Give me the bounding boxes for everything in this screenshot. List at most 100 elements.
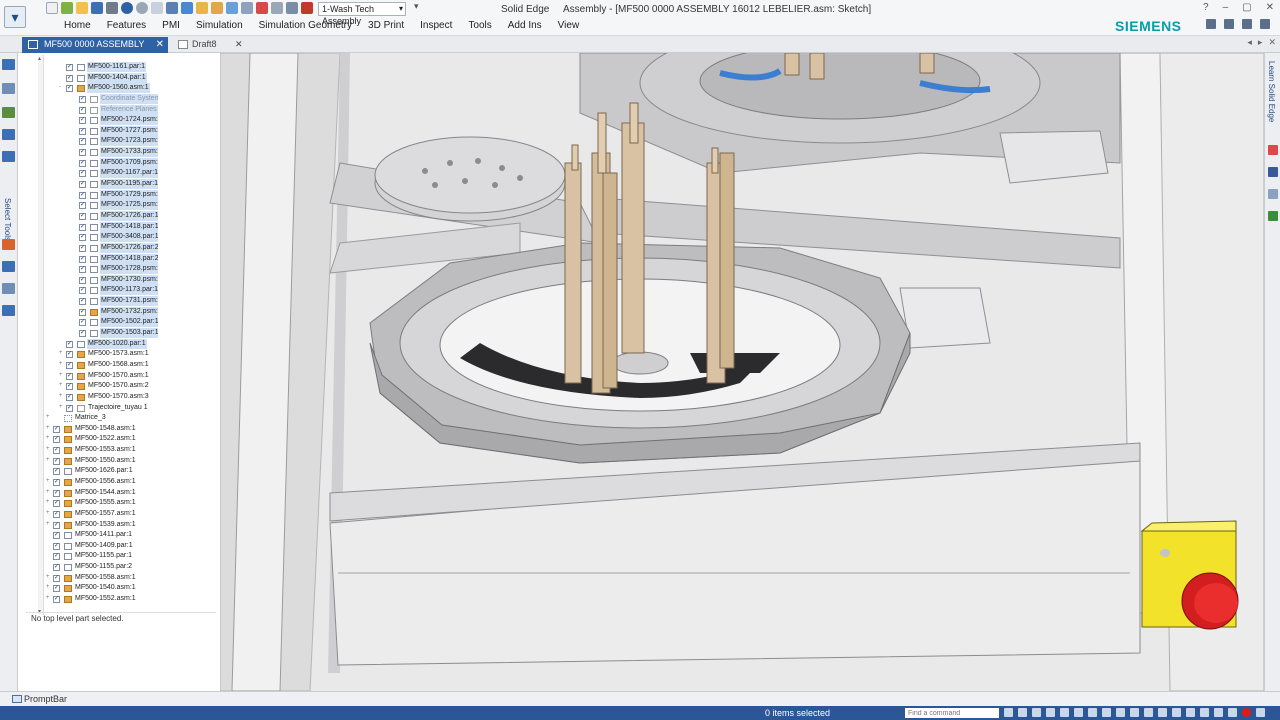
tab-tools[interactable]: Tools: [460, 20, 499, 34]
document-tab-draft[interactable]: Draft8 ✕: [178, 37, 243, 53]
visibility-checkbox[interactable]: ✓: [79, 212, 86, 220]
display-icon[interactable]: [1172, 708, 1181, 717]
visibility-checkbox[interactable]: ✓: [66, 340, 73, 348]
expand-icon[interactable]: +: [46, 435, 52, 442]
tree-row[interactable]: ✓ MF500-1418.par:1: [46, 221, 158, 233]
visibility-checkbox[interactable]: ✓: [79, 255, 86, 263]
close-tab-icon[interactable]: ✕: [156, 37, 164, 52]
visibility-checkbox[interactable]: ✓: [53, 585, 60, 593]
tree-row[interactable]: ✓ Reference Planes: [46, 104, 158, 116]
visibility-checkbox[interactable]: ✓: [53, 468, 60, 476]
visibility-checkbox[interactable]: ✓: [79, 191, 86, 199]
cube-icon[interactable]: [181, 2, 193, 14]
expand-icon[interactable]: +: [46, 414, 52, 421]
view-orientation-icon[interactable]: [1088, 708, 1097, 717]
visibility-checkbox[interactable]: ✓: [66, 74, 73, 82]
visibility-checkbox[interactable]: ✓: [66, 393, 73, 401]
part-icon[interactable]: [211, 2, 223, 14]
document-tab-assembly[interactable]: MF500 0000 ASSEMBLY 160... ✕: [22, 37, 168, 64]
layout-icon[interactable]: [1224, 19, 1234, 29]
visibility-checkbox[interactable]: ✓: [79, 276, 86, 284]
tree-row[interactable]: ✓ MF500-1726.par:2: [46, 242, 158, 254]
library-icon[interactable]: [2, 107, 15, 118]
tree-row[interactable]: - ✓ MF500-1560.asm:1: [46, 83, 158, 94]
tree-row[interactable]: + ✓ MF500-1555.asm:1: [46, 498, 158, 509]
tree-row[interactable]: ✓ MF500-1724.psm:1: [46, 115, 158, 126]
visibility-checkbox[interactable]: ✓: [53, 425, 60, 433]
tree-row[interactable]: ✓ MF500-1709.psm:1: [46, 157, 158, 169]
scroll-up-icon[interactable]: ▴: [38, 55, 41, 62]
customize-toolbar-icon[interactable]: ▾: [414, 1, 419, 12]
snapshot-icon[interactable]: [1144, 708, 1153, 717]
tree-row[interactable]: + ✓ MF500-1556.asm:1: [46, 477, 158, 488]
expand-icon[interactable]: +: [46, 457, 52, 464]
tree-row[interactable]: ✓ MF500-1411.par:1: [46, 530, 158, 541]
visibility-checkbox[interactable]: ✓: [53, 447, 60, 455]
tree-row[interactable]: + ✓ MF500-1539.asm:1: [46, 520, 158, 531]
sensors-icon[interactable]: [2, 129, 15, 140]
expand-icon[interactable]: +: [46, 499, 52, 506]
measure-icon[interactable]: [286, 2, 298, 14]
tab-features[interactable]: Features: [99, 20, 154, 34]
community-icon[interactable]: [1268, 211, 1278, 221]
tree-row[interactable]: + ✓ MF500-1540.asm:1: [46, 583, 158, 594]
settings-icon[interactable]: [271, 2, 283, 14]
open-folder-icon[interactable]: [76, 2, 88, 14]
record-icon[interactable]: [1242, 708, 1251, 717]
collapse-icon[interactable]: -: [59, 84, 65, 91]
tree-row[interactable]: + ✓ MF500-1568.asm:1: [46, 360, 158, 371]
visibility-checkbox[interactable]: ✓: [79, 138, 86, 146]
tree-row[interactable]: ✓ MF500-1173.par:1: [46, 285, 158, 296]
visibility-checkbox[interactable]: ✓: [53, 542, 60, 550]
tree-row[interactable]: ✓ MF500-1409.par:1: [46, 541, 158, 552]
expand-icon[interactable]: +: [59, 361, 65, 368]
visibility-checkbox[interactable]: ✓: [79, 181, 86, 189]
expand-icon[interactable]: +: [46, 510, 52, 517]
visibility-checkbox[interactable]: ✓: [79, 266, 86, 274]
tree-row[interactable]: ✓ MF500-1418.par:2: [46, 253, 158, 265]
minimize-button[interactable]: –: [1223, 2, 1229, 13]
new-icon[interactable]: [46, 2, 58, 14]
graphics-viewport[interactable]: [220, 53, 1264, 691]
visibility-checkbox[interactable]: ✓: [66, 372, 73, 380]
tree-row[interactable]: ✓ MF500-3408.par:1: [46, 232, 158, 243]
tree-row[interactable]: ✓ MF500-1730.psm:1: [46, 274, 158, 286]
layers-icon[interactable]: [2, 83, 15, 94]
tree-row[interactable]: ✓ MF500-1727.psm:1: [46, 125, 158, 137]
views-icon[interactable]: [2, 261, 15, 272]
arrow-left-icon[interactable]: ◂: [1247, 37, 1252, 48]
close-window-button[interactable]: ✕: [1266, 2, 1274, 13]
help-panel-icon[interactable]: [2, 151, 15, 162]
collapse-ribbon-icon[interactable]: [1242, 19, 1252, 29]
undo-history-icon[interactable]: [151, 2, 163, 14]
zoom-icon[interactable]: [1018, 708, 1027, 717]
visibility-checkbox[interactable]: ✓: [79, 106, 86, 114]
pause-icon[interactable]: [1228, 708, 1237, 717]
tree-row[interactable]: + ✓ MF500-1522.asm:1: [46, 434, 158, 445]
assembly-selector-dropdown[interactable]: 1-Wash Tech Assembly ▾: [318, 2, 406, 26]
grid-view-icon[interactable]: [1256, 708, 1265, 717]
expand-icon[interactable]: +: [59, 393, 65, 400]
tab-add-ins[interactable]: Add Ins: [500, 20, 550, 34]
tree-row[interactable]: ✓ MF500-1725.psm:1: [46, 200, 158, 211]
select-icon[interactable]: [241, 2, 253, 14]
tab-pmi[interactable]: PMI: [154, 20, 188, 34]
visibility-checkbox[interactable]: ✓: [66, 404, 73, 412]
visibility-checkbox[interactable]: ✓: [66, 383, 73, 391]
arrow-right-icon[interactable]: ▸: [1258, 37, 1263, 48]
tree-row[interactable]: ✓ MF500-1729.psm:1: [46, 189, 158, 201]
tab-inspect[interactable]: Inspect: [412, 20, 460, 34]
tree-row[interactable]: + ✓ MF500-1570.asm:1: [46, 371, 158, 382]
tree-row[interactable]: ✓ MF500-1733.psm:1: [46, 147, 158, 158]
tree-row[interactable]: ✓ MF500-1723.psm:1: [46, 136, 158, 147]
redo-icon[interactable]: [136, 2, 148, 14]
tree-row[interactable]: ✓ MF500-1731.psm:1: [46, 296, 158, 307]
visibility-checkbox[interactable]: ✓: [79, 308, 86, 316]
search-icon[interactable]: [2, 305, 15, 316]
tree-row[interactable]: ✓ MF500-1195.par:1: [46, 179, 158, 190]
visibility-checkbox[interactable]: ✓: [79, 319, 86, 327]
visibility-checkbox[interactable]: ✓: [53, 478, 60, 486]
visibility-checkbox[interactable]: ✓: [53, 564, 60, 572]
tree-row[interactable]: + ✓ MF500-1550.asm:1: [46, 456, 158, 467]
magnet-icon[interactable]: [301, 2, 313, 14]
